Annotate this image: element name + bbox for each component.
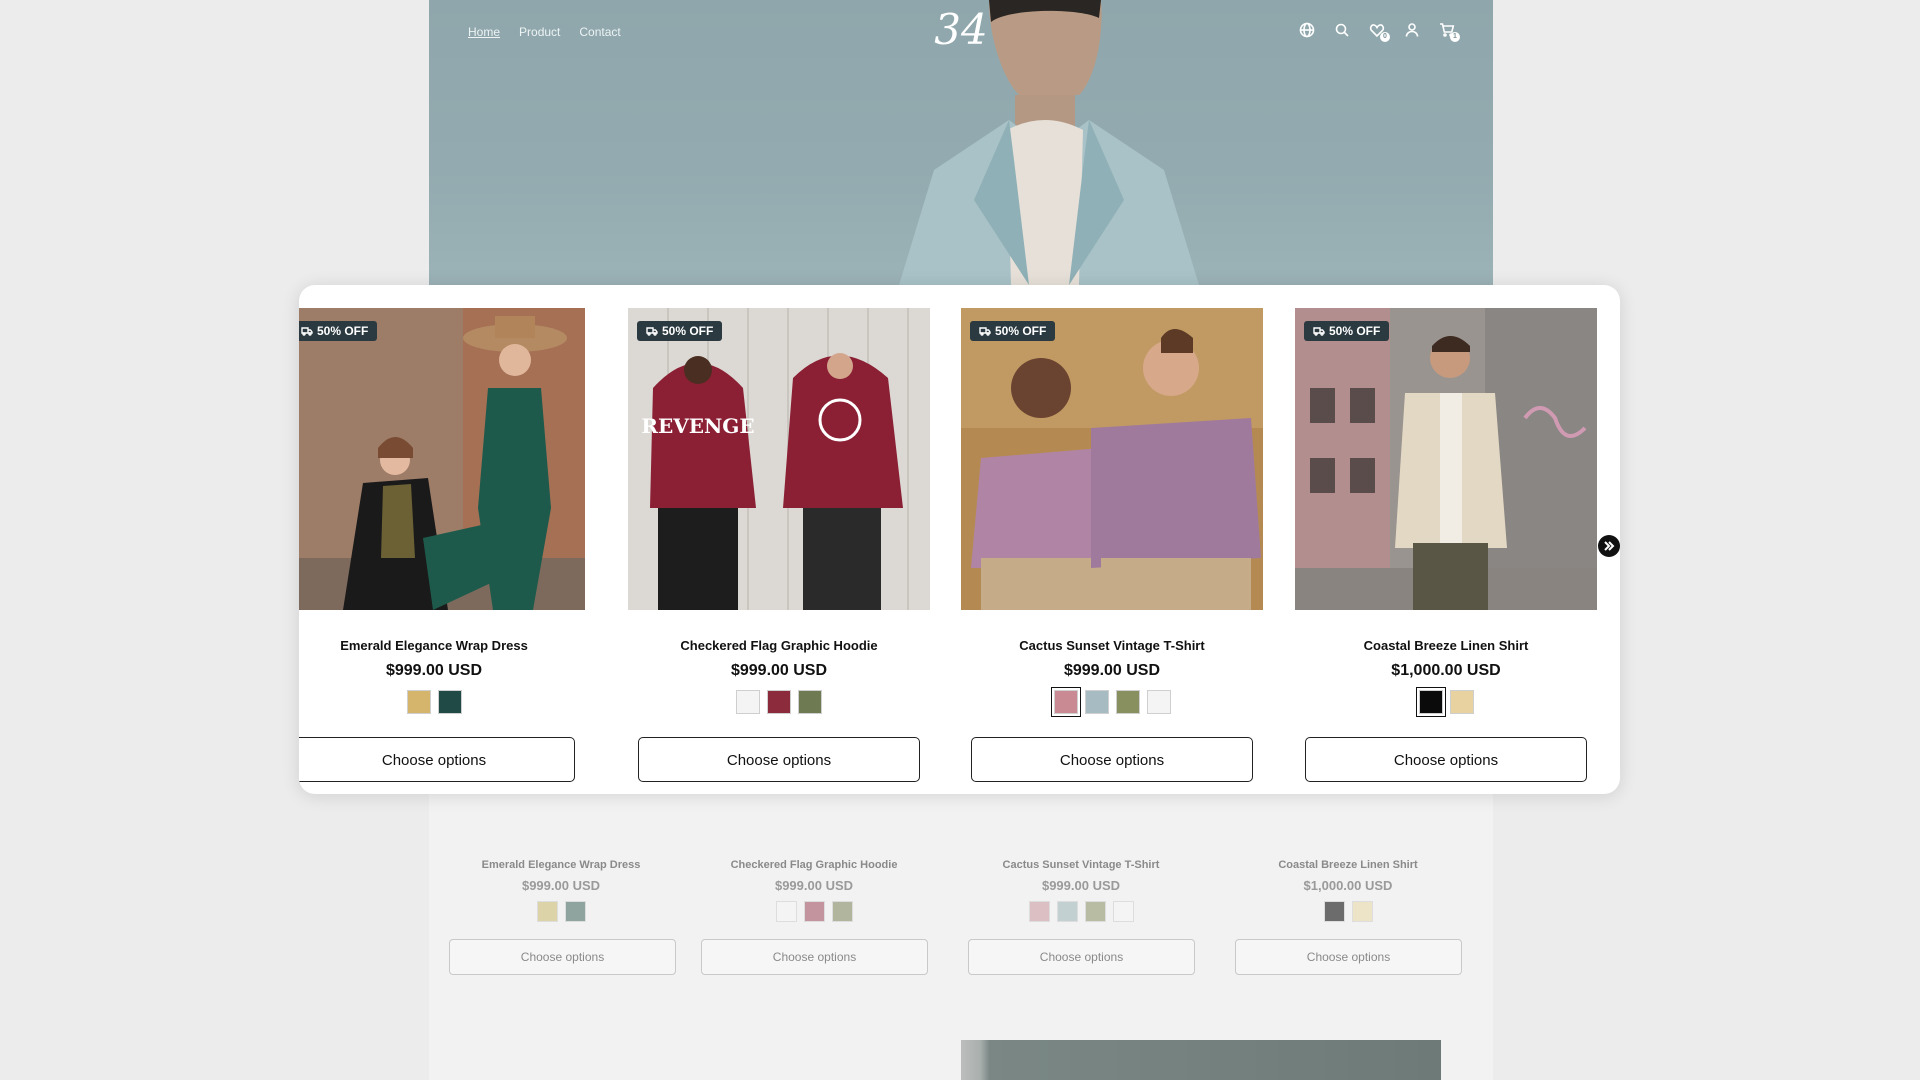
product-price: $999.00 USD [1063, 662, 1161, 679]
truck-icon [301, 327, 313, 336]
hoodie-photo: REVENGE [628, 308, 930, 610]
color-swatches [628, 690, 930, 714]
discount-label: 50% OFF [995, 324, 1047, 338]
ghost-product-price: $999.00 USD [521, 878, 601, 893]
ghost-swatches [960, 901, 1202, 922]
ghost-swatch [1056, 901, 1078, 922]
search-icon[interactable] [1334, 22, 1350, 38]
nav-home[interactable]: Home [468, 25, 500, 39]
discount-label: 50% OFF [317, 324, 369, 338]
ghost-swatch [1323, 901, 1345, 922]
ghost-swatches [693, 901, 935, 922]
ghost-swatches [440, 901, 682, 922]
color-swatch-selected[interactable] [1050, 687, 1081, 717]
main-nav: Home Product Contact [468, 25, 621, 39]
svg-text:REVENGE: REVENGE [641, 414, 754, 438]
ghost-swatch [1028, 901, 1050, 922]
brand-logo[interactable]: 34 [931, 6, 991, 54]
ghost-swatch [536, 901, 558, 922]
color-swatches [961, 687, 1263, 717]
ghost-product-title: Checkered Flag Graphic Hoodie [730, 859, 898, 871]
truck-icon [1313, 327, 1325, 336]
ghost-product-price: $1,000.00 USD [1303, 878, 1393, 893]
ghost-choose-options-button[interactable]: Choose options [701, 939, 928, 975]
color-swatch[interactable] [406, 690, 431, 714]
hero-banner: Home Product Contact 34 0 1 [429, 0, 1493, 285]
double-chevron-right-icon [1604, 541, 1615, 551]
ghost-product-title: Coastal Breeze Linen Shirt [1278, 859, 1418, 871]
product-title[interactable]: Emerald Elegance Wrap Dress [299, 638, 585, 653]
nav-product[interactable]: Product [519, 25, 560, 39]
product-price: $999.00 USD [730, 662, 828, 679]
discount-label: 50% OFF [662, 324, 714, 338]
product-price: $999.00 USD [385, 662, 483, 679]
ghost-product-title: Emerald Elegance Wrap Dress [481, 859, 641, 871]
color-swatch[interactable] [767, 690, 791, 714]
tshirt-photo [961, 308, 1263, 610]
nav-contact[interactable]: Contact [579, 25, 620, 39]
account-icon[interactable] [1404, 22, 1420, 38]
choose-options-button[interactable]: Choose options [1305, 737, 1587, 782]
header-icons: 0 1 [1299, 22, 1460, 42]
discount-badge: 50% OFF [970, 321, 1056, 341]
color-swatches [1295, 687, 1597, 717]
ghost-swatch [803, 901, 825, 922]
discount-badge: 50% OFF [299, 321, 378, 341]
ghost-choose-options-button[interactable]: Choose options [449, 939, 676, 975]
choose-options-button[interactable]: Choose options [638, 737, 920, 782]
color-swatch[interactable] [736, 690, 760, 714]
choose-options-button[interactable]: Choose options [299, 737, 575, 782]
ghost-product-title: Cactus Sunset Vintage T-Shirt [1002, 859, 1160, 871]
ghost-swatch [564, 901, 586, 922]
ghost-product-price: $999.00 USD [774, 878, 854, 893]
product-title[interactable]: Cactus Sunset Vintage T-Shirt [961, 638, 1263, 653]
wishlist-icon[interactable]: 0 [1369, 22, 1390, 42]
product-price: $1,000.00 USD [1391, 662, 1501, 679]
ghost-swatch [1084, 901, 1106, 922]
product-image[interactable]: 50% OFF [961, 308, 1263, 610]
linen-shirt-photo [1295, 308, 1597, 610]
product-carousel-modal: 50% OFF Emerald Elegance Wrap Dress $999… [299, 285, 1620, 794]
truck-icon [979, 327, 991, 336]
globe-icon[interactable] [1299, 22, 1315, 38]
emerald-dress-photo [299, 308, 585, 610]
ghost-swatch [775, 901, 797, 922]
ghost-choose-options-button[interactable]: Choose options [1235, 939, 1462, 975]
product-image[interactable]: REVENGE 50% OFF [628, 308, 930, 610]
discount-label: 50% OFF [1329, 324, 1381, 338]
color-swatch[interactable] [437, 690, 462, 714]
product-title[interactable]: Coastal Breeze Linen Shirt [1295, 638, 1597, 653]
ghost-choose-options-button[interactable]: Choose options [968, 939, 1195, 975]
ghost-swatch [1351, 901, 1373, 922]
truck-icon [646, 327, 658, 336]
color-swatch[interactable] [1115, 690, 1140, 714]
wishlist-count-badge: 0 [1380, 32, 1390, 42]
ghost-swatch [1112, 901, 1134, 922]
choose-options-button[interactable]: Choose options [971, 737, 1253, 782]
cart-count-badge: 1 [1450, 32, 1460, 42]
color-swatch[interactable] [1146, 690, 1171, 714]
discount-badge: 50% OFF [637, 321, 723, 341]
color-swatches [299, 690, 585, 714]
color-swatch[interactable] [1084, 690, 1109, 714]
discount-badge: 50% OFF [1304, 321, 1390, 341]
cart-icon[interactable]: 1 [1439, 22, 1460, 42]
color-swatch-selected[interactable] [1415, 687, 1446, 717]
color-swatch[interactable] [798, 690, 822, 714]
product-image[interactable]: 50% OFF [299, 308, 585, 610]
carousel-next-button[interactable] [1598, 535, 1620, 557]
next-section-image [961, 1040, 1441, 1080]
color-swatch[interactable] [1449, 690, 1474, 714]
product-title[interactable]: Checkered Flag Graphic Hoodie [628, 638, 930, 653]
ghost-swatch [831, 901, 853, 922]
ghost-product-price: $999.00 USD [1041, 878, 1121, 893]
ghost-swatches [1227, 901, 1469, 922]
product-image[interactable]: 50% OFF [1295, 308, 1597, 610]
